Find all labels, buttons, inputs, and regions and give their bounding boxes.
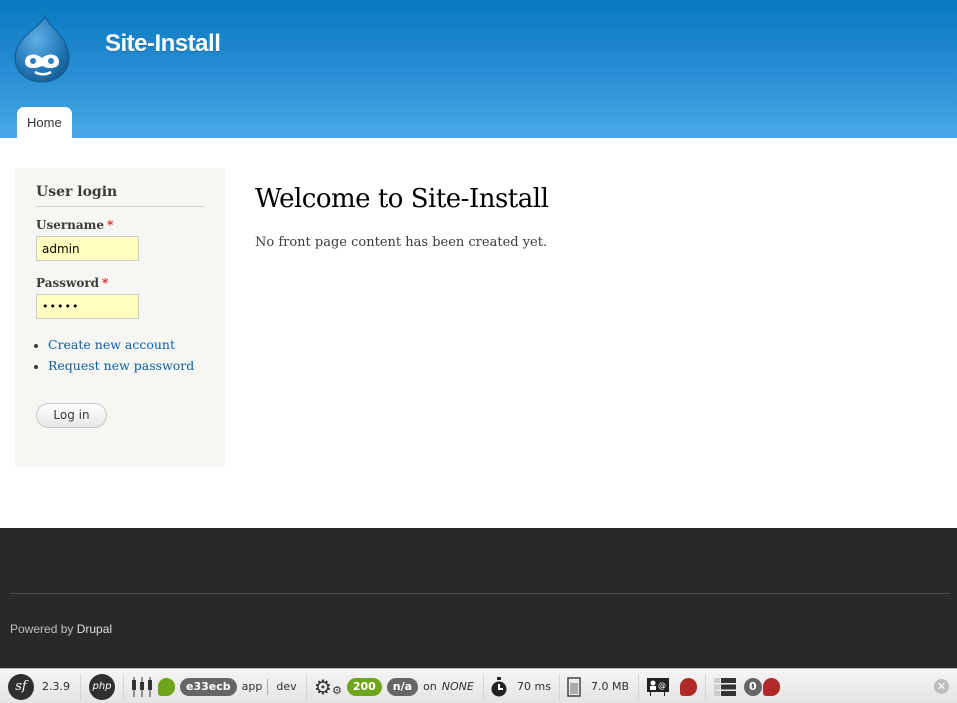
drupal-logo-icon[interactable] (11, 14, 73, 84)
site-header: Site-Install Home (0, 0, 957, 138)
toolbar-request[interactable]: ⚙⚙ 200 n/a on NONE (314, 669, 474, 703)
user-security-icon: @ (647, 677, 669, 696)
site-name[interactable]: Site-Install (105, 30, 221, 58)
route-badge: n/a (386, 677, 419, 696)
login-links: Create new account Request new password (48, 337, 194, 379)
powered-by: Powered by Drupal (10, 622, 112, 636)
query-count-badge: 0 (744, 677, 762, 696)
toolbar-divider (638, 674, 639, 700)
required-marker: * (107, 218, 114, 232)
memory-usage: 7.0 MB (591, 680, 630, 693)
required-marker: * (102, 276, 109, 290)
svg-text:@: @ (658, 681, 666, 690)
password-label: Password * (36, 276, 108, 290)
main-menu: Home (17, 107, 72, 138)
token-badge: e33ecb (180, 677, 237, 696)
request-time: 70 ms (517, 680, 551, 693)
password-input[interactable]: ••••• (36, 294, 139, 319)
database-icon (714, 677, 736, 696)
toolbar-symfony[interactable]: sf 2.3.9 (8, 669, 70, 703)
page-title: Welcome to Site-Install (255, 184, 549, 214)
status-blob-icon (158, 677, 175, 696)
security-status-icon (680, 677, 697, 696)
symfony-debug-toolbar: sf 2.3.9 php e33ecb app dev ⚙⚙ 200 n/a o… (0, 668, 957, 703)
footer-divider (10, 593, 950, 594)
environment: dev (276, 680, 297, 693)
symfony-version: 2.3.9 (42, 680, 70, 693)
route-name: NONE (441, 680, 474, 693)
on-label: on (423, 680, 437, 693)
toolbar-divider (559, 674, 560, 700)
toolbar-divider (705, 674, 706, 700)
powered-by-text: Powered by (10, 622, 77, 636)
toolbar-memory[interactable]: 7.0 MB (567, 669, 629, 703)
db-status-icon (762, 677, 780, 696)
gears-icon: ⚙⚙ (314, 674, 342, 699)
toolbar-database[interactable]: 0 (714, 669, 780, 703)
toolbar-timer[interactable]: 70 ms (490, 669, 551, 703)
symfony-logo-icon: sf (8, 673, 34, 700)
mini-divider (267, 678, 269, 695)
config-bars-icon (132, 676, 152, 697)
toolbar-divider (483, 674, 484, 700)
front-page-message: No front page content has been created y… (255, 235, 548, 250)
list-item: Create new account (48, 337, 194, 352)
username-label-text: Username (36, 218, 105, 232)
toolbar-php[interactable]: php (89, 669, 115, 703)
request-password-link[interactable]: Request new password (48, 358, 194, 373)
drupal-link[interactable]: Drupal (77, 622, 112, 636)
create-account-link[interactable]: Create new account (48, 337, 175, 352)
close-toolbar-button[interactable]: ✕ (934, 679, 949, 694)
php-logo-icon: php (89, 673, 115, 700)
site-footer: Powered by Drupal (0, 528, 957, 668)
username-input[interactable] (36, 236, 139, 261)
memory-icon (567, 676, 581, 697)
toolbar-security[interactable]: @ (647, 669, 697, 703)
toolbar-divider (80, 674, 81, 700)
stopwatch-icon (491, 676, 507, 696)
login-button[interactable]: Log in (36, 403, 107, 428)
status-code-badge: 200 (346, 677, 382, 696)
password-label-text: Password (36, 276, 100, 290)
toolbar-divider (123, 674, 124, 700)
block-title: User login (36, 184, 204, 207)
tab-home[interactable]: Home (17, 107, 72, 138)
toolbar-divider (306, 674, 307, 700)
app-name: app (241, 680, 263, 693)
username-label: Username * (36, 218, 113, 232)
user-login-block: User login Username* Password* ••••• Cre… (15, 168, 225, 467)
toolbar-config[interactable]: e33ecb app dev (131, 669, 297, 703)
list-item: Request new password (48, 358, 194, 373)
